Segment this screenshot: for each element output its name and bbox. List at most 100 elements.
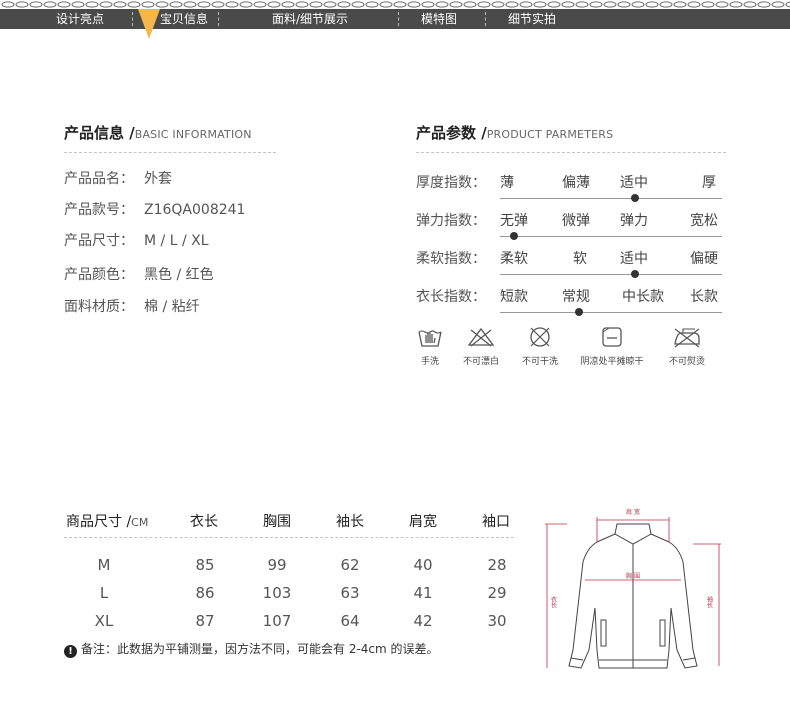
shoulder-measure-line bbox=[596, 517, 670, 542]
chain-link bbox=[141, 1, 155, 8]
param-label: 厚度指数： bbox=[416, 175, 486, 191]
chain-link bbox=[29, 1, 43, 8]
chain-link bbox=[365, 1, 379, 8]
chest-label: 胸 围 bbox=[626, 572, 640, 580]
param-option: 柔软 bbox=[500, 251, 528, 267]
info-value: 外套 bbox=[144, 171, 172, 187]
param-row-thickness: 厚度指数： 薄 偏薄 适中 厚 bbox=[416, 172, 726, 202]
table-cell: 40 bbox=[413, 556, 433, 574]
table-cell-size: XL bbox=[94, 612, 114, 630]
table-cell: 107 bbox=[262, 612, 292, 630]
table-cell: 41 bbox=[413, 584, 433, 602]
chain-link bbox=[659, 1, 673, 8]
chain-link bbox=[169, 1, 183, 8]
nav-separator bbox=[485, 12, 486, 26]
table-cell: 87 bbox=[195, 612, 215, 630]
no-bleach-icon bbox=[467, 327, 495, 347]
chain-link bbox=[673, 1, 687, 8]
nav-item-fabric-details[interactable]: 面料/细节展示 bbox=[272, 9, 348, 29]
chain-link bbox=[449, 1, 463, 8]
chain-link bbox=[379, 1, 393, 8]
chain-link bbox=[729, 1, 743, 8]
col-header-shoulder: 肩宽 bbox=[409, 514, 437, 530]
active-tab-indicator bbox=[138, 9, 160, 39]
product-info-title-en: BASIC INFORMATION bbox=[134, 128, 252, 141]
chain-link bbox=[407, 1, 421, 8]
chain-link bbox=[505, 1, 519, 8]
product-params-title-en: PRODUCT PARMETERS bbox=[486, 128, 614, 141]
product-params-title: 产品参数 /PRODUCT PARMETERS bbox=[416, 122, 613, 143]
chain-link bbox=[435, 1, 449, 8]
param-track bbox=[500, 198, 722, 199]
chain-link bbox=[561, 1, 575, 8]
nav-item-product-info[interactable]: 宝贝信息 bbox=[160, 9, 208, 29]
care-hand-wash: 手洗 bbox=[412, 326, 448, 367]
chain-link bbox=[309, 1, 323, 8]
table-cell: 30 bbox=[487, 612, 507, 630]
product-params-title-cn: 产品参数 / bbox=[416, 124, 487, 142]
chain-link bbox=[701, 1, 715, 8]
chain-link bbox=[113, 1, 127, 8]
chain-link bbox=[421, 1, 435, 8]
param-label: 柔软指数： bbox=[416, 251, 486, 267]
param-option: 无弹 bbox=[500, 213, 528, 229]
size-table-unit: CM bbox=[131, 516, 149, 529]
param-option: 适中 bbox=[620, 175, 648, 191]
table-cell: 103 bbox=[262, 584, 292, 602]
shade-flat-dry-icon bbox=[602, 327, 622, 347]
table-cell: 29 bbox=[487, 584, 507, 602]
info-value: 棉 / 粘纤 bbox=[144, 299, 200, 315]
param-option: 软 bbox=[573, 251, 587, 267]
chain-link bbox=[603, 1, 617, 8]
care-no-dry-clean: 不可干洗 bbox=[515, 326, 565, 367]
chain-link bbox=[351, 1, 365, 8]
col-header-length: 衣长 bbox=[190, 514, 218, 530]
warning-icon: ! bbox=[64, 645, 77, 658]
info-label: 产品颜色： bbox=[64, 267, 134, 283]
info-row-style-no: 产品款号： Z16QA008241 bbox=[64, 199, 245, 219]
nav-separator bbox=[218, 12, 219, 26]
table-cell: 86 bbox=[195, 584, 215, 602]
product-info-title-cn: 产品信息 / bbox=[64, 124, 135, 142]
table-cell: 63 bbox=[340, 584, 360, 602]
nav-item-model-photos[interactable]: 模特图 bbox=[421, 9, 457, 29]
param-option: 常规 bbox=[562, 289, 590, 305]
chain-link bbox=[589, 1, 603, 8]
nav-separator bbox=[398, 12, 399, 26]
param-option: 长款 bbox=[690, 289, 718, 305]
nav-item-detail-shots[interactable]: 细节实拍 bbox=[508, 9, 556, 29]
chain-link bbox=[771, 1, 785, 8]
param-option: 微弹 bbox=[562, 213, 590, 229]
table-cell-size: L bbox=[99, 584, 109, 602]
param-track bbox=[500, 274, 722, 275]
chain-link bbox=[253, 1, 267, 8]
param-track bbox=[500, 236, 722, 237]
info-label: 产品品名： bbox=[64, 171, 134, 187]
param-selected-dot bbox=[631, 270, 639, 278]
param-option: 厚 bbox=[702, 175, 716, 191]
chain-link bbox=[645, 1, 659, 8]
chain-link bbox=[323, 1, 337, 8]
chain-link bbox=[491, 1, 505, 8]
size-table-header: 商品尺寸 /CM bbox=[66, 511, 148, 531]
jacket-pocket-left bbox=[600, 619, 607, 647]
chain-link bbox=[225, 1, 239, 8]
nav-item-design-highlights[interactable]: 设计亮点 bbox=[56, 9, 104, 29]
param-selected-dot bbox=[631, 194, 639, 202]
col-header-cuff: 袖口 bbox=[482, 514, 510, 530]
info-label: 产品尺寸： bbox=[64, 233, 134, 249]
chain-link bbox=[43, 1, 57, 8]
chain-link bbox=[1, 1, 15, 8]
table-cell: 99 bbox=[267, 556, 287, 574]
chain-link bbox=[617, 1, 631, 8]
chain-link bbox=[127, 1, 141, 8]
param-option: 中长款 bbox=[622, 289, 664, 305]
chain-link bbox=[211, 1, 225, 8]
table-cell: 85 bbox=[195, 556, 215, 574]
param-label: 衣长指数： bbox=[416, 289, 486, 305]
chain-link bbox=[197, 1, 211, 8]
chain-link bbox=[463, 1, 477, 8]
chain-link bbox=[183, 1, 197, 8]
chain-link bbox=[575, 1, 589, 8]
chain-link bbox=[631, 1, 645, 8]
